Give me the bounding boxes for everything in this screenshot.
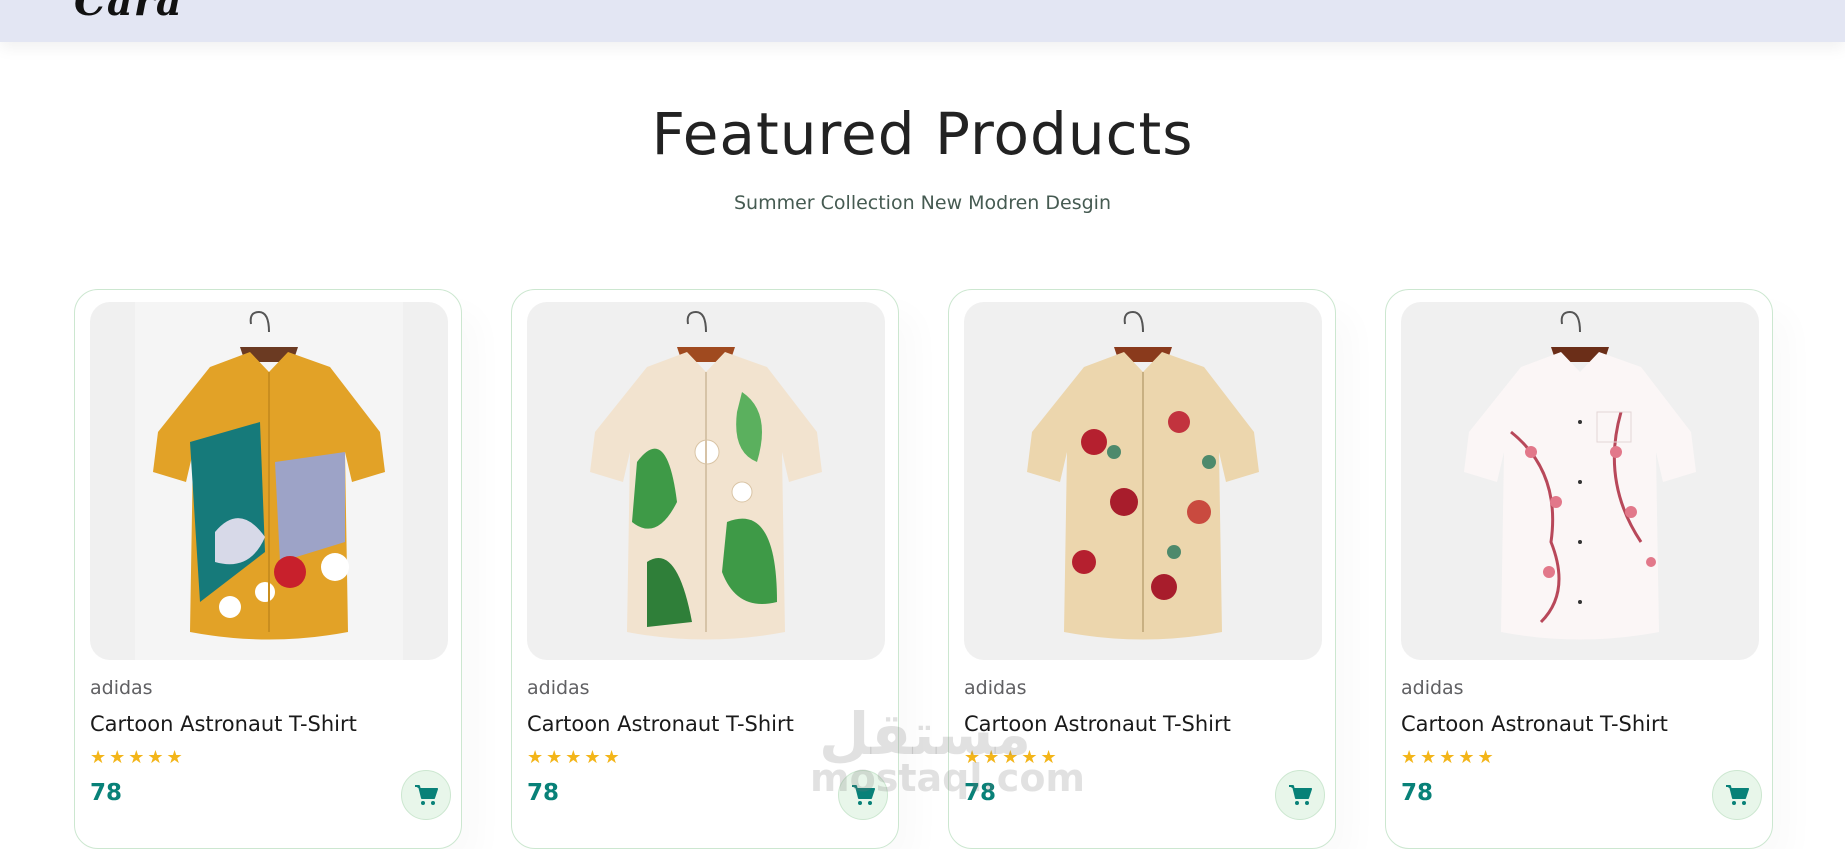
- section-subtitle: Summer Collection New Modren Desgin: [733, 192, 1111, 214]
- product-image[interactable]: [90, 302, 448, 660]
- rating-stars: ★★★★★: [1401, 747, 1497, 768]
- shirt-cherry-blossom-print-image: [1464, 310, 1696, 640]
- product-brand: adidas: [964, 677, 1027, 699]
- add-to-cart-button[interactable]: [1275, 770, 1325, 820]
- product-price: 78: [1401, 780, 1434, 806]
- product-brand: adidas: [527, 677, 590, 699]
- product-brand: adidas: [1401, 677, 1464, 699]
- site-header: Cara: [0, 0, 1845, 42]
- add-to-cart-button[interactable]: [401, 770, 451, 820]
- cart-icon: [415, 785, 438, 805]
- rating-stars: ★★★★★: [964, 747, 1060, 768]
- product-image[interactable]: [964, 302, 1322, 660]
- section-title: Featured Products: [651, 100, 1194, 168]
- add-to-cart-button[interactable]: [1712, 770, 1762, 820]
- product-image[interactable]: [1401, 302, 1759, 660]
- product-price: 78: [527, 780, 560, 806]
- shirt-abstract-print-image: [135, 302, 403, 660]
- cart-icon: [1726, 785, 1749, 805]
- product-name[interactable]: Cartoon Astronaut T-Shirt: [527, 712, 794, 736]
- add-to-cart-button[interactable]: [838, 770, 888, 820]
- rating-stars: ★★★★★: [527, 747, 623, 768]
- product-card[interactable]: adidas Cartoon Astronaut T-Shirt ★★★★★ 7…: [511, 289, 899, 849]
- product-name[interactable]: Cartoon Astronaut T-Shirt: [90, 712, 357, 736]
- product-brand: adidas: [90, 677, 153, 699]
- product-card[interactable]: adidas Cartoon Astronaut T-Shirt ★★★★★ 7…: [1385, 289, 1773, 849]
- shirt-rose-floral-print-image: [1027, 310, 1259, 640]
- logo[interactable]: Cara: [74, 0, 183, 25]
- product-price: 78: [964, 780, 997, 806]
- product-price: 78: [90, 780, 123, 806]
- product-image[interactable]: [527, 302, 885, 660]
- shirt-tropical-leaf-print-image: [590, 310, 822, 640]
- rating-stars: ★★★★★: [90, 747, 186, 768]
- cart-icon: [1289, 785, 1312, 805]
- product-name[interactable]: Cartoon Astronaut T-Shirt: [964, 712, 1231, 736]
- cart-icon: [852, 785, 875, 805]
- product-card[interactable]: adidas Cartoon Astronaut T-Shirt ★★★★★ 7…: [948, 289, 1336, 849]
- product-name[interactable]: Cartoon Astronaut T-Shirt: [1401, 712, 1668, 736]
- product-card[interactable]: adidas Cartoon Astronaut T-Shirt ★★★★★ 7…: [74, 289, 462, 849]
